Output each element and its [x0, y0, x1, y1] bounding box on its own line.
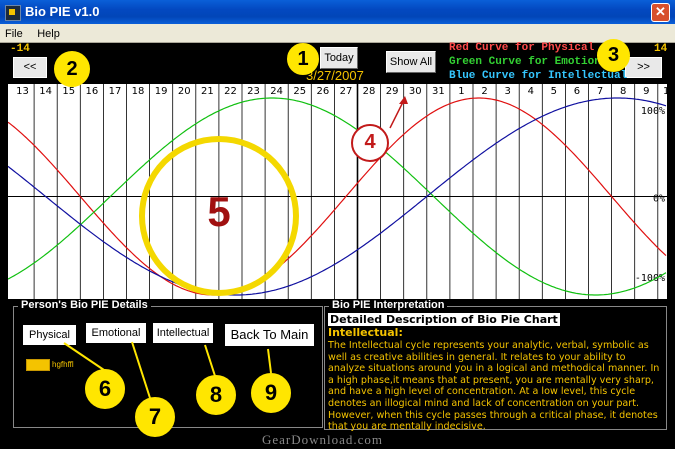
callout-8-line — [204, 344, 216, 377]
watermark: GearDownload.com — [262, 432, 384, 447]
callout-9-line — [267, 348, 272, 374]
callout-7-line — [131, 341, 151, 399]
callout-4-arrowhead — [399, 96, 408, 104]
annotation-arrows — [63, 96, 408, 399]
app-window: Bio PIE v1.0 ✕ File Help -14 14 << >> To… — [0, 0, 675, 449]
callout-6-line — [63, 342, 105, 371]
